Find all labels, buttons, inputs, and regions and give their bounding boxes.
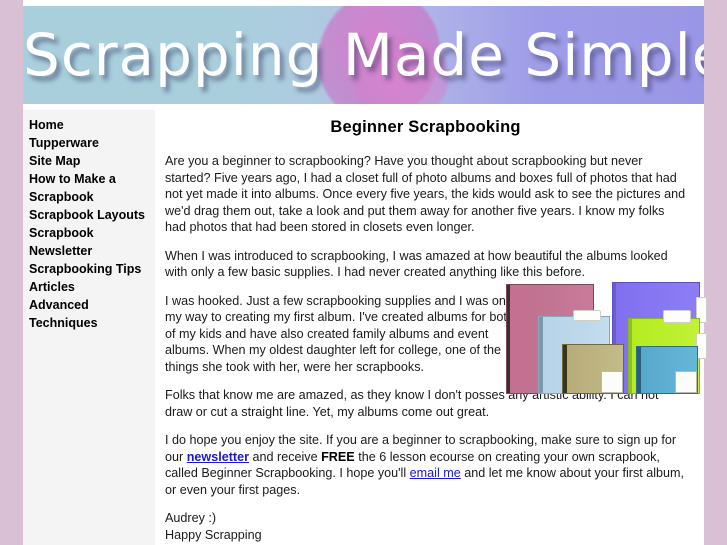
- sidebar-item-how-to-make-a-scrapbook[interactable]: How to Make a Scrapbook: [29, 170, 155, 206]
- hooked-paragraph: I was hooked. Just a few scrapbooking su…: [165, 293, 514, 374]
- closing-text-part-2: and receive: [249, 449, 322, 464]
- light-blue-album-tab: [573, 310, 601, 321]
- email-me-link[interactable]: email me: [410, 466, 461, 480]
- page-right-border: [704, 0, 727, 545]
- tan-album-label: [601, 371, 623, 393]
- newsletter-link[interactable]: newsletter: [187, 450, 249, 464]
- sidebar-item-advanced-techniques[interactable]: Advanced Techniques: [29, 296, 155, 332]
- page-title: Beginner Scrapbooking: [330, 118, 521, 136]
- sidebar-item-home[interactable]: Home: [29, 116, 155, 134]
- signature-name: Audrey :): [165, 511, 217, 525]
- page-root: Scrapping Made Simple Home Tupperware Si…: [0, 0, 727, 545]
- sidebar-item-scrapbooking-tips[interactable]: Scrapbooking Tips: [29, 260, 155, 278]
- introduction-paragraph: When I was introduced to scrapbooking, I…: [165, 248, 668, 280]
- sidebar-item-scrapbook-layouts[interactable]: Scrapbook Layouts: [29, 206, 155, 224]
- sidebar-item-articles[interactable]: Articles: [29, 278, 155, 296]
- green-album-tab: [663, 310, 691, 323]
- signature-closing: Happy Scrapping: [165, 527, 262, 542]
- free-emphasis: FREE: [321, 449, 355, 464]
- sidebar-item-scrapbook-newsletter[interactable]: Scrapbook Newsletter: [29, 224, 155, 260]
- sidebar-item-tupperware[interactable]: Tupperware: [29, 134, 155, 152]
- tan-album: [562, 344, 624, 394]
- intro-paragraph: Are you a beginner to scrapbooking? Have…: [165, 154, 686, 234]
- site-title: Scrapping Made Simple: [23, 21, 704, 89]
- scrapbook-albums-image: [504, 282, 707, 400]
- sidebar-navigation: Home Tupperware Site Map How to Make a S…: [23, 110, 155, 545]
- teal-album: [636, 346, 698, 394]
- sidebar-item-site-map[interactable]: Site Map: [29, 152, 155, 170]
- main-content: Beginner Scrapbooking Are you a beginner…: [155, 110, 707, 545]
- site-banner: Scrapping Made Simple: [23, 0, 704, 110]
- teal-album-label: [675, 371, 697, 393]
- body-layout: Home Tupperware Site Map How to Make a S…: [23, 110, 707, 545]
- page-left-border: [0, 0, 23, 545]
- signature-block: Audrey :) Happy Scrapping: [165, 510, 686, 543]
- closing-paragraph: I do hope you enjoy the site. If you are…: [165, 432, 686, 498]
- banner-graphic: Scrapping Made Simple: [23, 6, 704, 104]
